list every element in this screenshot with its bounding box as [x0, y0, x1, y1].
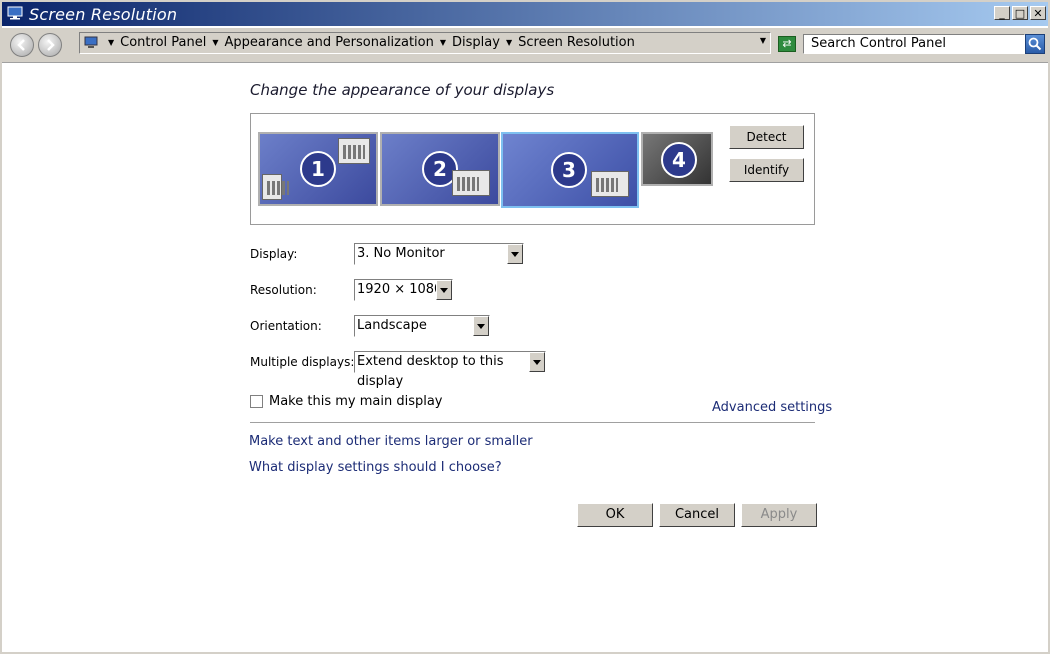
breadcrumb: ▼ Control Panel ▼ Appearance and Persona… [102, 35, 635, 50]
page-title: Change the appearance of your displays [250, 81, 555, 99]
monitor-number: 1 [300, 151, 336, 187]
display-icon [7, 6, 23, 20]
detect-button[interactable]: Detect [729, 125, 804, 149]
monitor-number: 4 [661, 142, 697, 178]
refresh-button[interactable]: ⇄ [778, 36, 796, 52]
back-button[interactable] [10, 33, 34, 57]
monitor-4[interactable]: 4 [641, 132, 713, 186]
main-display-row[interactable]: Make this my main display [250, 394, 443, 409]
display-help-link[interactable]: What display settings should I choose? [249, 460, 502, 475]
window-title: Screen Resolution [29, 5, 178, 24]
display-select[interactable]: 3. No Monitor [354, 243, 524, 265]
breadcrumb-control-panel[interactable]: Control Panel [120, 35, 206, 50]
address-history-dropdown-icon[interactable]: ▼ [760, 36, 766, 45]
monitor-preview-icon [262, 174, 289, 200]
monitor-1[interactable]: 1 [258, 132, 378, 206]
chevron-down-icon[interactable] [507, 244, 523, 264]
search-button[interactable] [1025, 34, 1045, 54]
maximize-button[interactable]: □ [1012, 6, 1028, 20]
screen-resolution-window: Screen Resolution _ □ ✕ ▼ Control Panel … [0, 0, 1050, 654]
resolution-select[interactable]: 1920 × 1080 [354, 279, 453, 301]
resolution-label: Resolution: [250, 283, 317, 297]
main-display-checkbox[interactable] [250, 395, 263, 408]
orientation-select-value: Landscape [357, 318, 427, 333]
maximize-icon: □ [1014, 6, 1026, 20]
title-bar: Screen Resolution _ □ ✕ [2, 2, 1048, 26]
close-icon: ✕ [1033, 6, 1043, 20]
monitor-2[interactable]: 2 [380, 132, 500, 206]
chevron-down-icon[interactable]: ▼ [108, 38, 114, 47]
close-button[interactable]: ✕ [1030, 6, 1046, 20]
main-display-label[interactable]: Make this my main display [269, 394, 443, 409]
divider [250, 422, 815, 423]
refresh-icon: ⇄ [782, 37, 792, 50]
navigation-bar: ▼ Control Panel ▼ Appearance and Persona… [2, 28, 1048, 63]
main-content: Change the appearance of your displays 1… [2, 64, 1048, 652]
address-bar[interactable]: ▼ Control Panel ▼ Appearance and Persona… [79, 32, 771, 54]
chevron-down-icon[interactable]: ▼ [440, 38, 446, 47]
minimize-button[interactable]: _ [994, 6, 1010, 20]
minimize-icon: _ [999, 6, 1005, 20]
breadcrumb-appearance[interactable]: Appearance and Personalization [225, 35, 434, 50]
chevron-down-icon[interactable] [473, 316, 489, 336]
monitor-preview-icon [591, 171, 629, 197]
monitor-3-selected[interactable]: 3 [501, 132, 639, 208]
search-icon [1028, 37, 1042, 51]
monitor-preview-icon [452, 170, 490, 196]
chevron-down-icon[interactable]: ▼ [212, 38, 218, 47]
orientation-select[interactable]: Landscape [354, 315, 490, 337]
advanced-settings-link[interactable]: Advanced settings [712, 400, 832, 415]
monitor-preview-icon [338, 138, 370, 164]
breadcrumb-screen-resolution[interactable]: Screen Resolution [518, 35, 635, 50]
monitor-number: 3 [551, 152, 587, 188]
search-input[interactable]: Search Control Panel [803, 34, 1025, 54]
control-panel-icon [84, 36, 98, 48]
forward-arrow-icon [47, 39, 55, 51]
resolution-select-value: 1920 × 1080 [357, 282, 443, 297]
display-label: Display: [250, 247, 298, 261]
chevron-down-icon[interactable]: ▼ [506, 38, 512, 47]
display-select-value: 3. No Monitor [357, 246, 445, 261]
orientation-label: Orientation: [250, 319, 322, 333]
back-arrow-icon [17, 39, 25, 51]
text-size-link[interactable]: Make text and other items larger or smal… [249, 434, 533, 449]
chevron-down-icon[interactable] [436, 280, 452, 300]
multiple-displays-label: Multiple displays: [250, 355, 355, 369]
multiple-displays-select[interactable]: Extend desktop to this display [354, 351, 546, 389]
cancel-button[interactable]: Cancel [659, 503, 735, 527]
breadcrumb-display[interactable]: Display [452, 35, 500, 50]
ok-button[interactable]: OK [577, 503, 653, 527]
identify-button[interactable]: Identify [729, 158, 804, 182]
chevron-down-icon[interactable] [529, 352, 545, 372]
multiple-displays-select-value: Extend desktop to this display [357, 354, 504, 389]
apply-button[interactable]: Apply [741, 503, 817, 527]
forward-button[interactable] [38, 33, 62, 57]
